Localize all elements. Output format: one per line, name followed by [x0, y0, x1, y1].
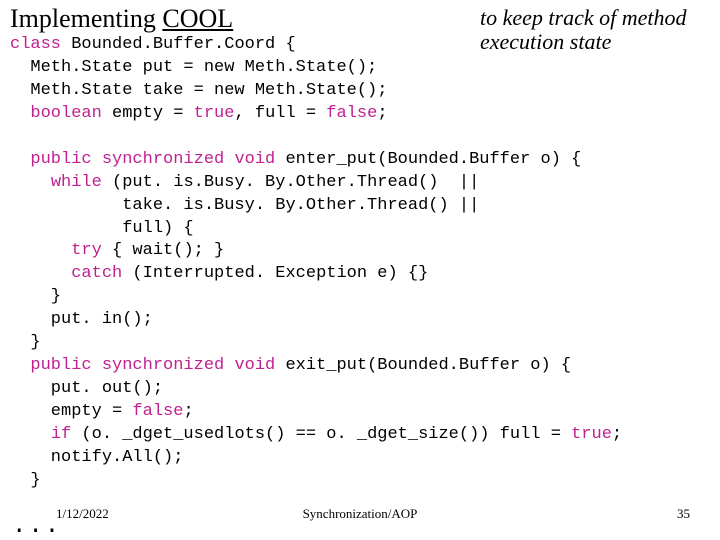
- footer-page-number: 35: [677, 506, 690, 522]
- code-text: ;: [183, 402, 193, 421]
- code-text: [10, 425, 51, 444]
- code-text: }: [10, 471, 41, 490]
- code-text: ;: [377, 104, 387, 123]
- title-cool: COOL: [162, 4, 233, 33]
- code-text: full) {: [10, 219, 194, 238]
- code-text: Bounded.Buffer.Coord {: [61, 35, 296, 54]
- kw-true: true: [571, 425, 612, 444]
- code-text: [10, 173, 51, 192]
- code-text: enter_put(Bounded.Buffer o) {: [275, 150, 581, 169]
- code-text: [10, 356, 30, 375]
- code-text: empty =: [10, 402, 132, 421]
- kw-true: true: [194, 104, 235, 123]
- code-block: class Bounded.Buffer.Coord { Meth.State …: [10, 34, 622, 493]
- kw-if: if: [51, 425, 71, 444]
- code-text: put. out();: [10, 379, 163, 398]
- code-text: [10, 264, 71, 283]
- footer-title: Synchronization/AOP: [0, 506, 720, 522]
- code-text: (put. is.Busy. By.Other.Thread() ||: [102, 173, 479, 192]
- kw-false: false: [326, 104, 377, 123]
- code-text: ;: [612, 425, 622, 444]
- slide-title: Implementing COOL: [10, 4, 233, 34]
- code-text: (Interrupted. Exception e) {}: [122, 264, 428, 283]
- kw-boolean: boolean: [30, 104, 101, 123]
- kw-class: class: [10, 35, 61, 54]
- code-text: notify.All();: [10, 448, 183, 467]
- kw-public-sync-void: public synchronized void: [30, 356, 275, 375]
- code-text: put. in();: [10, 310, 153, 329]
- code-text: (o. _dget_usedlots() == o. _dget_size())…: [71, 425, 571, 444]
- kw-false: false: [132, 402, 183, 421]
- kw-catch: catch: [71, 264, 122, 283]
- code-text: }: [10, 287, 61, 306]
- title-prefix: Implementing: [10, 4, 162, 33]
- kw-public-sync-void: public synchronized void: [30, 150, 275, 169]
- code-text: [10, 104, 30, 123]
- code-text: [10, 241, 71, 260]
- code-text: { wait(); }: [102, 241, 224, 260]
- code-text: take. is.Busy. By.Other.Thread() ||: [10, 196, 479, 215]
- code-text: , full =: [234, 104, 326, 123]
- kw-while: while: [51, 173, 102, 192]
- code-text: Meth.State put = new Meth.State();: [10, 58, 377, 77]
- code-text: [10, 150, 30, 169]
- code-text: empty =: [102, 104, 194, 123]
- code-text: Meth.State take = new Meth.State();: [10, 81, 387, 100]
- code-text: }: [10, 333, 41, 352]
- code-text: exit_put(Bounded.Buffer o) {: [275, 356, 571, 375]
- kw-try: try: [71, 241, 102, 260]
